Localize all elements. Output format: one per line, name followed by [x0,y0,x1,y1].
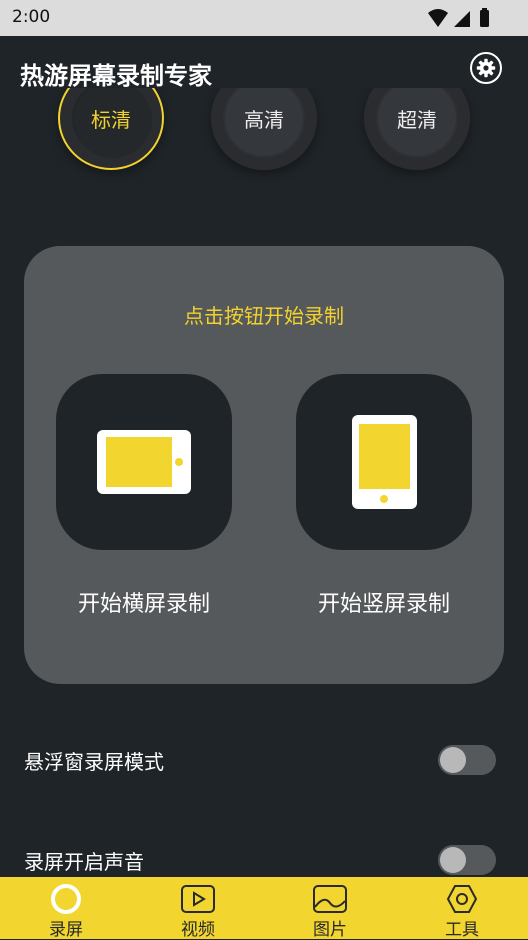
nav-item-video[interactable]: 视频 [132,877,264,940]
portrait-record-button[interactable] [296,374,472,550]
quality-label-sd: 标清 [91,108,131,132]
record-prompt: 点击按钮开始录制 [184,304,344,328]
tools-icon [446,885,478,913]
nav-item-tools[interactable]: 工具 [396,877,528,940]
video-icon [181,885,215,913]
image-icon [313,885,347,913]
wifi-icon [428,9,448,27]
bottom-nav: 录屏 视频 图片 工具 [0,877,528,940]
landscape-record-button[interactable] [56,374,232,550]
floating-window-mode-toggle[interactable] [438,745,496,775]
nav-label-tools: 工具 [445,920,479,940]
record-sound-toggle[interactable] [438,845,496,875]
settings-button[interactable] [470,52,502,84]
quality-label-hd: 高清 [244,108,284,132]
signal-icon [454,11,470,27]
quality-label-uhd: 超清 [397,108,437,132]
landscape-record-label: 开始横屏录制 [77,592,210,617]
nav-label-image: 图片 [313,920,347,940]
nav-item-record[interactable]: 录屏 [0,877,132,940]
tablet-landscape-icon [97,430,191,494]
tablet-portrait-icon [352,415,417,509]
record-panel: 点击按钮开始录制 开始横屏录制 开始竖屏录制 [24,246,504,684]
record-icon [51,884,81,914]
status-icons [428,8,489,27]
floating-window-mode-label: 悬浮窗录屏模式 [24,750,164,774]
app-title: 热游屏幕录制专家 [20,62,212,90]
gear-icon [476,58,496,78]
toggle-knob [440,847,466,873]
nav-label-record: 录屏 [49,920,83,940]
status-bar: 2:00 [0,0,528,36]
toggle-knob [440,747,466,773]
nav-label-video: 视频 [181,920,215,940]
record-sound-label: 录屏开启声音 [24,850,144,874]
status-time: 2:00 [12,7,51,27]
portrait-record-label: 开始竖屏录制 [317,592,450,617]
battery-icon [480,10,489,27]
nav-item-image[interactable]: 图片 [264,877,396,940]
